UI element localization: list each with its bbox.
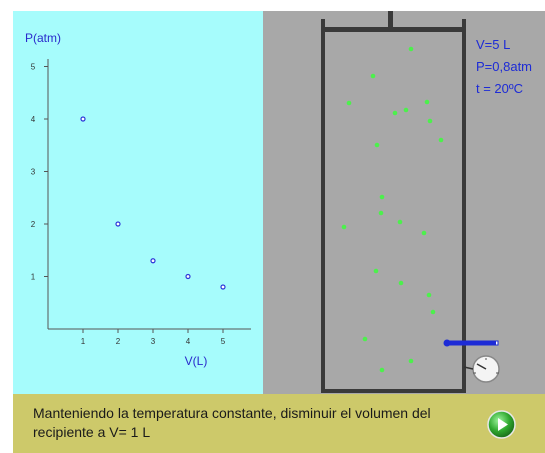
gas-particle [403, 107, 409, 113]
gas-particle [378, 210, 384, 216]
piston-plate[interactable] [323, 27, 464, 32]
data-point [80, 116, 86, 122]
y-tick-label: 4 [31, 115, 36, 124]
pv-chart: P(atm) V(L) 1 2 3 4 5 1 2 3 4 5 [25, 31, 251, 368]
data-point [185, 273, 191, 280]
data-point [115, 221, 121, 227]
gas-particle [408, 46, 414, 52]
gas-particle [438, 137, 444, 143]
gas-particle [421, 230, 427, 236]
gas-particles [341, 46, 444, 373]
thermometer-icon [443, 339, 499, 347]
gas-particle [362, 336, 368, 342]
gas-particle [379, 194, 385, 200]
gas-particle [424, 99, 430, 105]
data-point [150, 258, 156, 264]
y-tick-label: 2 [31, 220, 36, 229]
x-tick-label: 2 [116, 337, 121, 346]
x-tick-label: 4 [186, 337, 191, 346]
y-tick-label: 3 [31, 168, 36, 177]
gas-particle [408, 358, 414, 364]
gas-particle [398, 280, 404, 286]
x-tick-label: 5 [221, 337, 226, 346]
instruction-bar: Manteniendo la temperatura constante, di… [13, 394, 545, 453]
pressure-readout: P=0,8atm [476, 59, 533, 74]
pv-chart-panel: P(atm) V(L) 1 2 3 4 5 1 2 3 4 5 [13, 11, 263, 394]
y-axis-label: P(atm) [25, 31, 61, 45]
y-tick-label: 5 [31, 63, 36, 72]
gas-particle [379, 367, 385, 373]
gas-particle [373, 268, 379, 274]
temperature-readout: t = 20ºC [476, 81, 524, 96]
gas-particle [346, 100, 352, 106]
instruction-text: Manteniendo la temperatura constante, di… [33, 405, 431, 440]
gas-particle [341, 224, 347, 230]
simulation-panel: V=5 L P=0,8atm t = 20ºC [263, 11, 545, 394]
play-button[interactable] [487, 410, 516, 439]
piston-rod[interactable] [388, 11, 393, 27]
gas-particle [426, 292, 432, 298]
gas-particle [374, 142, 380, 148]
x-axis-label: V(L) [185, 354, 208, 368]
pressure-gauge-icon [463, 355, 500, 383]
x-tick-label: 1 [81, 337, 86, 346]
gas-particle [430, 309, 436, 315]
volume-readout: V=5 L [476, 37, 511, 52]
x-tick-label: 3 [151, 337, 156, 346]
gas-particle [427, 118, 433, 124]
y-tick-label: 1 [31, 273, 36, 282]
data-point [220, 284, 226, 290]
app-window: P(atm) V(L) 1 2 3 4 5 1 2 3 4 5 V=5 L P=0,8atm t … [0, 0, 545, 453]
gas-particle [397, 219, 403, 225]
gas-particle [370, 73, 376, 79]
gas-particle [392, 110, 398, 116]
